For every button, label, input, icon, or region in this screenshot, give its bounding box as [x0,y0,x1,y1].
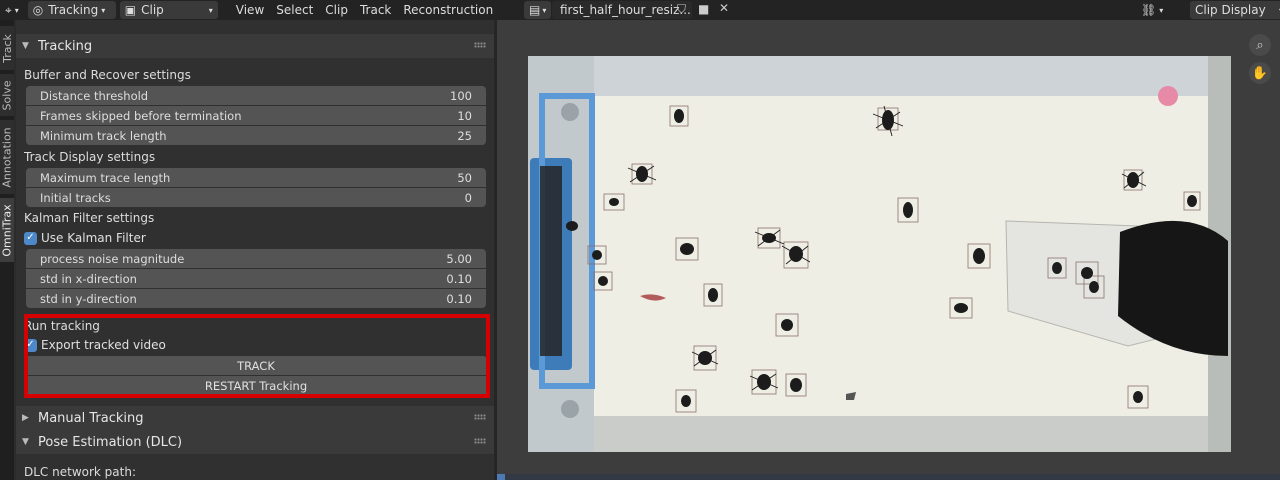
menu-reconstruction[interactable]: Reconstruction [397,3,499,17]
chevron-down-icon: ▾ [14,5,19,15]
timeline-bar[interactable] [497,474,1280,480]
tab-track[interactable]: Track [0,26,14,70]
chevron-down-icon: ▾ [101,5,106,15]
std-x-field[interactable]: std in x-direction 0.10 [26,269,486,288]
shield-icon[interactable]: ⛉ [677,2,686,17]
properties-sidebar: ▼ Tracking Buffer and Recover settings D… [16,20,494,480]
drag-handle-icon[interactable] [474,438,486,444]
expand-down-icon: ▼ [22,437,29,447]
menu-track[interactable]: Track [354,3,397,17]
film-icon: ▣ [124,3,137,17]
expand-right-icon: ▶ [22,413,29,423]
min-track-length-field[interactable]: Minimum track length 25 [26,126,486,145]
tab-annotation[interactable]: Annotation [0,120,14,194]
export-video-checkbox-row[interactable]: ✓ Export tracked video [24,338,166,352]
dlc-path-label: DLC network path: [24,465,136,479]
std-y-field[interactable]: std in y-direction 0.10 [26,289,486,308]
tab-solve[interactable]: Solve [0,74,14,116]
pose-estimation-header[interactable]: ▼ Pose Estimation (DLC) [16,430,494,454]
editor-type-button[interactable]: ⌖ ▾ [0,1,24,19]
use-kalman-checkbox[interactable]: ✓ [24,231,37,245]
process-noise-field[interactable]: process noise magnitude 5.00 [26,249,486,268]
link-dropdown[interactable]: ⛓ ▾ [1136,1,1168,19]
link-icon: ⛓ [1141,3,1157,17]
clip-file-name: first_half_hour_resiz... [560,3,691,17]
initial-tracks-field[interactable]: Initial tracks 0 [26,188,486,207]
close-icon[interactable]: ✕ [719,1,729,15]
mode-dropdown[interactable]: ▣ Clip ▾ [119,1,218,19]
restart-tracking-button[interactable]: RESTART Tracking [25,376,487,395]
menu-view[interactable]: View [230,3,270,17]
menu-bar: View Select Clip Track Reconstruction [230,3,499,17]
tracking-icon: ◎ [32,3,44,17]
buffer-section-label: Buffer and Recover settings [24,68,191,82]
hand-icon[interactable]: ✋ [1249,62,1271,84]
chevron-down-icon: ▾ [542,5,547,15]
display-section-label: Track Display settings [24,150,156,164]
workspace-dropdown[interactable]: ◎ Tracking ▾ [27,1,116,19]
menu-clip[interactable]: Clip [319,3,354,17]
folder-icon[interactable]: ■ [698,2,709,16]
menu-select[interactable]: Select [270,3,319,17]
timeline-cursor[interactable] [497,474,505,480]
chevron-down-icon: ▾ [1159,5,1164,15]
drag-handle-icon[interactable] [474,414,486,420]
tracking-panel-header[interactable]: ▼ Tracking [16,34,494,58]
track-button[interactable]: TRACK [25,356,487,375]
crosshair-icon: ⌖ [5,2,12,17]
drag-handle-icon[interactable] [474,42,486,48]
kalman-section-label: Kalman Filter settings [24,211,155,225]
clip-frame-image [528,56,1231,452]
frames-skipped-field[interactable]: Frames skipped before termination 10 [26,106,486,125]
manual-tracking-header[interactable]: ▶ Manual Tracking [16,406,494,430]
export-video-checkbox[interactable]: ✓ [24,338,37,352]
chevron-down-icon: ▾ [208,5,213,15]
run-tracking-label: Run tracking [24,319,100,333]
top-header: ⌖ ▾ ◎ Tracking ▾ ▣ Clip ▾ View Select Cl… [0,0,1280,20]
clip-display-label: Clip Display [1195,3,1266,17]
film-icon: ▤ [529,3,541,17]
zoom-icon[interactable]: ⌕ [1249,34,1271,56]
clip-display-dropdown[interactable]: Clip Display ▾ [1190,1,1280,19]
sidebar-tabs: Track Solve Annotation OmniTrax [0,20,14,480]
max-trace-length-field[interactable]: Maximum trace length 50 [26,168,486,187]
panel-title: Tracking [38,38,93,54]
clip-viewer[interactable]: ⌕ ✋ [497,20,1280,480]
distance-threshold-field[interactable]: Distance threshold 100 [26,86,486,105]
expand-down-icon: ▼ [22,41,29,51]
clip-browse-button[interactable]: ▤ ▾ [524,1,552,19]
mode-label: Clip [141,3,164,17]
workspace-label: Tracking [48,3,99,17]
tab-omnitrax[interactable]: OmniTrax [0,198,14,262]
clip-name-field[interactable]: first_half_hour_resiz... [552,1,692,19]
use-kalman-checkbox-row[interactable]: ✓ Use Kalman Filter [24,231,146,245]
